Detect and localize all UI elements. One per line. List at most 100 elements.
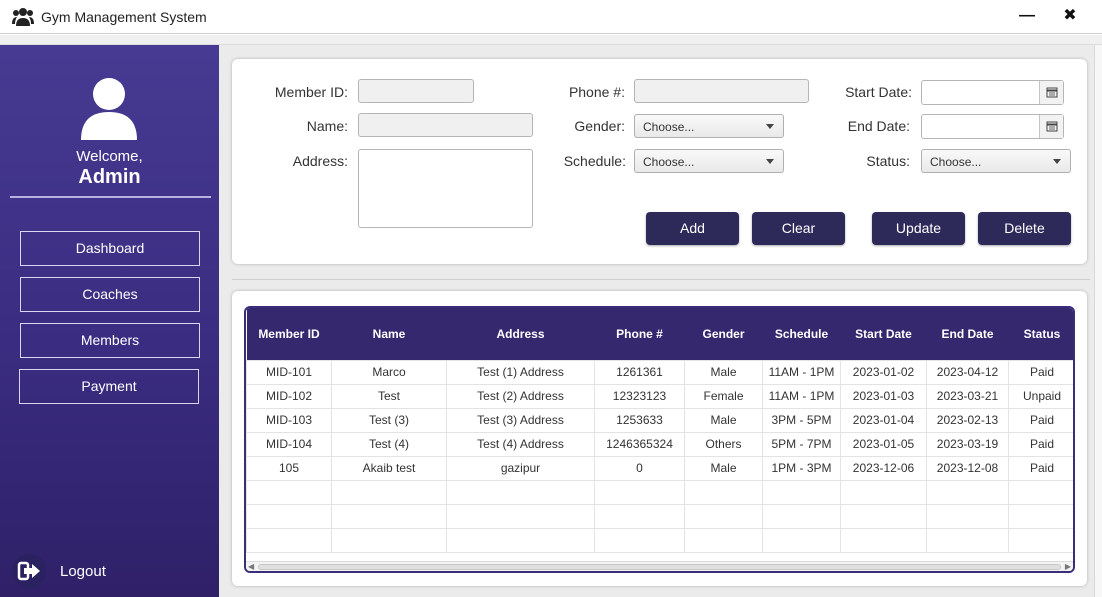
members-table: Member ID Name Address Phone # Gender Sc… <box>244 306 1075 573</box>
close-button[interactable]: ✖ <box>1059 5 1081 27</box>
table-row[interactable]: MID-101 Marco Test (1) Address 1261361 M… <box>246 359 1073 385</box>
empty-table-row <box>246 479 1073 505</box>
table-cell: MID-102 <box>246 383 332 409</box>
table-cell: MID-104 <box>246 431 332 457</box>
table-cell: 2023-01-04 <box>840 407 927 433</box>
start-date-label: Start Date: <box>845 84 912 100</box>
table-cell: Paid <box>1008 431 1073 457</box>
member-id-label: Member ID: <box>274 84 348 100</box>
gender-select-value: Choose... <box>643 120 695 134</box>
column-header[interactable]: Member ID <box>247 308 332 360</box>
table-cell: Male <box>684 455 763 481</box>
table-cell: gazipur <box>446 455 595 481</box>
table-cell: 105 <box>246 455 332 481</box>
table-cell: 2023-03-21 <box>926 383 1009 409</box>
table-cell: 2023-12-06 <box>840 455 927 481</box>
horizontal-scrollbar[interactable]: ◀ ▶ <box>246 561 1073 571</box>
table-cell: Paid <box>1008 455 1073 481</box>
minimize-button[interactable]: — <box>1016 5 1038 27</box>
user-avatar-icon <box>81 78 137 140</box>
nav-coaches-button[interactable]: Coaches <box>20 277 200 312</box>
window-title: Gym Management System <box>41 9 207 25</box>
table-cell: 5PM - 7PM <box>762 431 841 457</box>
delete-button[interactable]: Delete <box>978 212 1071 245</box>
add-button[interactable]: Add <box>646 212 739 245</box>
column-header[interactable]: Name <box>332 308 447 360</box>
update-button[interactable]: Update <box>872 212 965 245</box>
nav-payment-button[interactable]: Payment <box>19 369 199 404</box>
end-date-picker[interactable] <box>921 114 1064 139</box>
status-select-value: Choose... <box>930 155 982 169</box>
members-table-grid: Member ID Name Address Phone # Gender Sc… <box>246 308 1074 553</box>
users-icon <box>12 8 34 26</box>
table-cell: Test (4) Address <box>446 431 595 457</box>
gender-select[interactable]: Choose... <box>634 114 784 138</box>
table-row[interactable]: MID-103 Test (3) Test (3) Address 125363… <box>246 407 1073 433</box>
table-row[interactable]: 105 Akaib test gazipur 0 Male 1PM - 3PM … <box>246 455 1073 481</box>
column-header[interactable]: Status <box>1009 308 1074 360</box>
nav-members-button[interactable]: Members <box>20 323 200 358</box>
phone-label: Phone #: <box>568 84 625 100</box>
window-toolstrip <box>0 35 1102 45</box>
table-cell: 2023-04-12 <box>926 359 1009 385</box>
logout-link[interactable]: Logout <box>60 563 106 580</box>
table-cell: Test (1) Address <box>446 359 595 385</box>
empty-table-row <box>246 503 1073 529</box>
table-cell: MID-103 <box>246 407 332 433</box>
end-date-label: End Date: <box>847 118 910 134</box>
table-cell: Female <box>684 383 763 409</box>
table-cell: 1261361 <box>594 359 685 385</box>
table-cell: 2023-01-03 <box>840 383 927 409</box>
table-row[interactable]: MID-104 Test (4) Test (4) Address 124636… <box>246 431 1073 457</box>
address-label: Address: <box>292 153 348 169</box>
table-cell: 1PM - 3PM <box>762 455 841 481</box>
column-header[interactable]: End Date <box>927 308 1009 360</box>
column-header[interactable]: Phone # <box>595 308 685 360</box>
scroll-left-icon[interactable]: ◀ <box>248 562 254 571</box>
calendar-icon[interactable] <box>1039 115 1063 138</box>
start-date-picker[interactable] <box>921 80 1064 105</box>
scroll-right-icon[interactable]: ▶ <box>1065 562 1071 571</box>
chevron-down-icon <box>766 159 774 164</box>
table-cell: Test (4) <box>331 431 447 457</box>
table-cell: 2023-01-05 <box>840 431 927 457</box>
table-cell: 3PM - 5PM <box>762 407 841 433</box>
member-id-input[interactable] <box>358 79 474 103</box>
status-select[interactable]: Choose... <box>921 149 1071 173</box>
table-cell: 1246365324 <box>594 431 685 457</box>
table-cell: Test <box>331 383 447 409</box>
empty-table-row <box>246 527 1073 553</box>
table-cell: Test (2) Address <box>446 383 595 409</box>
table-cell: Male <box>684 359 763 385</box>
scrollbar-thumb[interactable] <box>258 564 1061 570</box>
column-header[interactable]: Gender <box>685 308 763 360</box>
chevron-down-icon <box>766 124 774 129</box>
table-cell: 12323123 <box>594 383 685 409</box>
table-cell: Others <box>684 431 763 457</box>
clear-button[interactable]: Clear <box>752 212 845 245</box>
schedule-select[interactable]: Choose... <box>634 149 784 173</box>
nav-dashboard-button[interactable]: Dashboard <box>20 231 200 266</box>
table-cell: 2023-02-13 <box>926 407 1009 433</box>
table-cell: Test (3) Address <box>446 407 595 433</box>
column-header[interactable]: Address <box>447 308 595 360</box>
table-cell: 2023-03-19 <box>926 431 1009 457</box>
calendar-icon[interactable] <box>1039 81 1063 104</box>
name-input[interactable] <box>358 113 533 137</box>
title-bar: Gym Management System — ✖ <box>0 0 1102 34</box>
logout-icon[interactable] <box>12 554 46 588</box>
column-header[interactable]: Start Date <box>841 308 927 360</box>
table-header-row: Member ID Name Address Phone # Gender Sc… <box>246 308 1074 360</box>
table-cell: Test (3) <box>331 407 447 433</box>
table-row[interactable]: MID-102 Test Test (2) Address 12323123 F… <box>246 383 1073 409</box>
table-cell: Paid <box>1008 407 1073 433</box>
phone-input[interactable] <box>634 79 809 103</box>
sidebar-divider <box>10 196 211 198</box>
table-cell: 11AM - 1PM <box>762 383 841 409</box>
status-label: Status: <box>866 153 910 169</box>
user-name: Admin <box>78 166 141 188</box>
table-cell: MID-101 <box>246 359 332 385</box>
address-textarea[interactable] <box>358 149 533 228</box>
column-header[interactable]: Schedule <box>763 308 841 360</box>
welcome-text: Welcome, <box>76 148 143 165</box>
